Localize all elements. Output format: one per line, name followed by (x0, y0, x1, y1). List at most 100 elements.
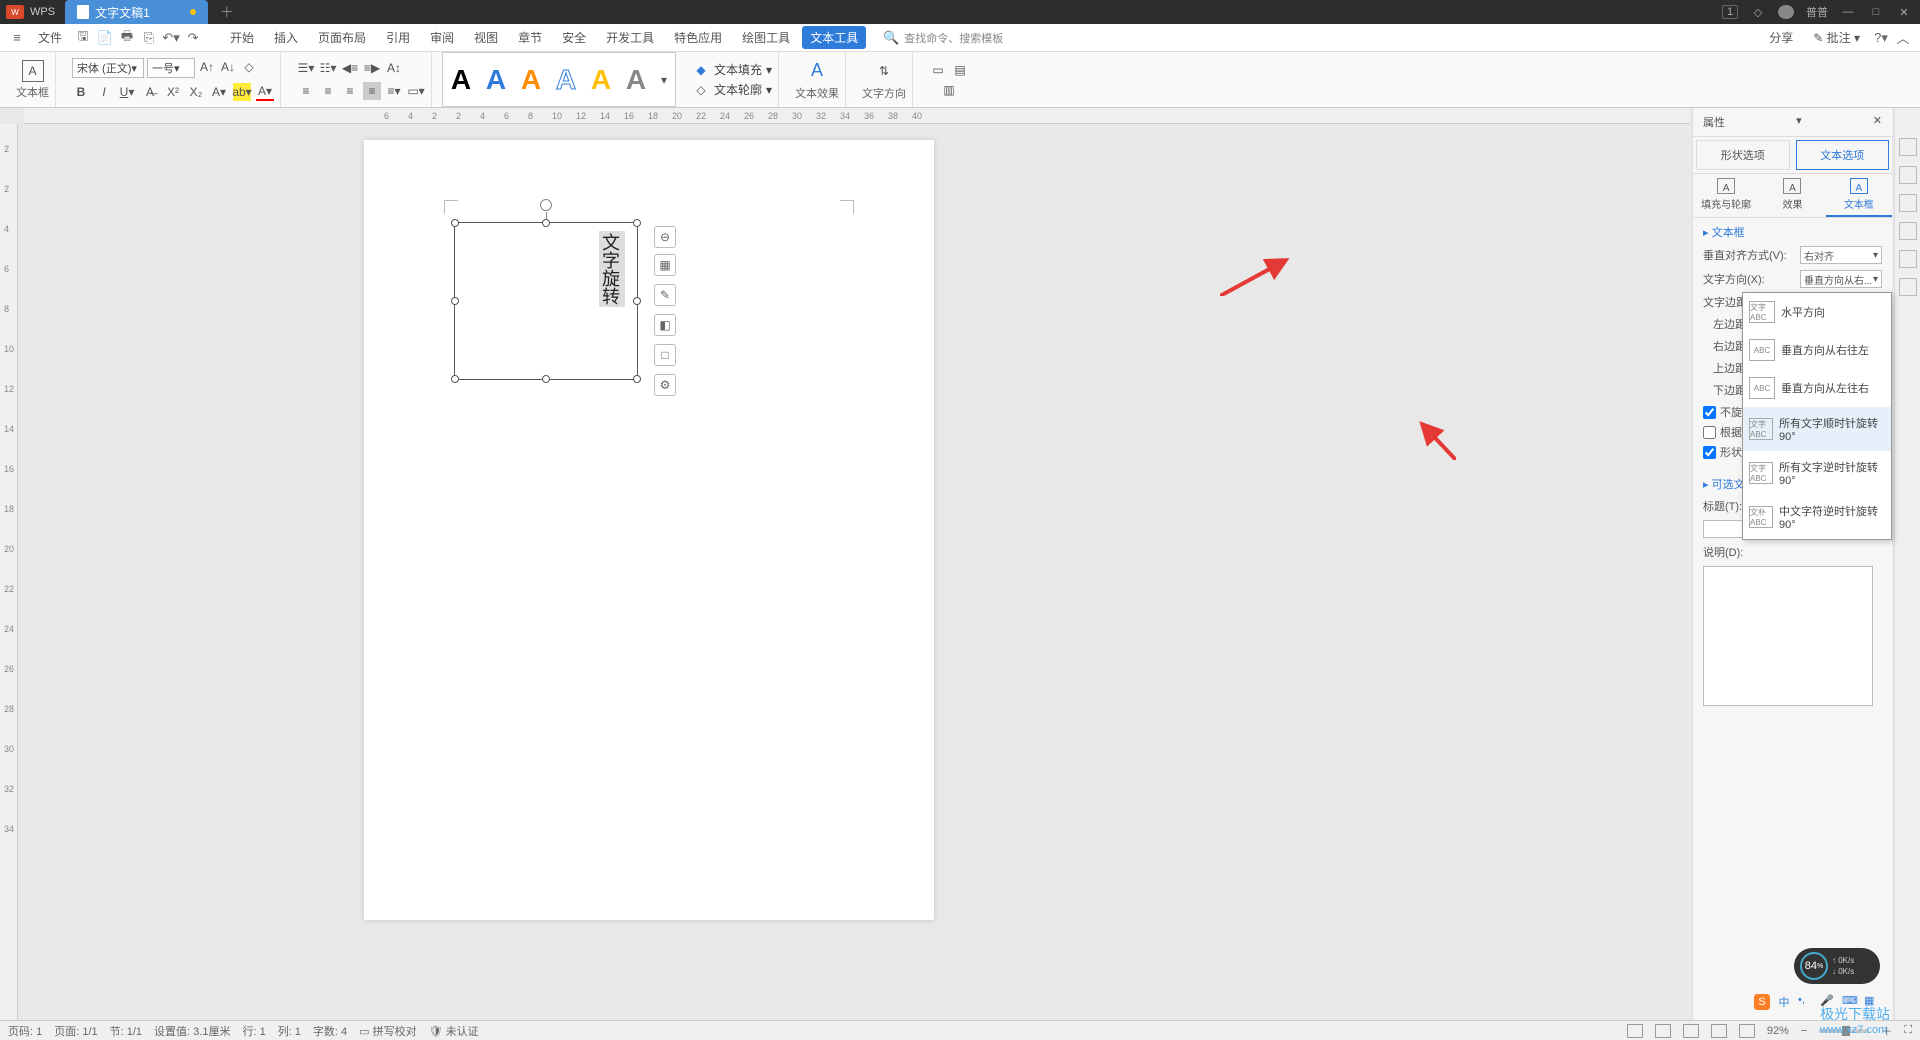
float-more-icon[interactable]: ⚙ (654, 374, 676, 396)
menu-devtools[interactable]: 开发工具 (598, 26, 662, 49)
annotate-button[interactable]: ✎ 批注 ▾ (1805, 26, 1868, 49)
wordart-style-3[interactable]: A (515, 57, 547, 103)
float-style-icon[interactable]: ◧ (654, 314, 676, 336)
side-tool-5[interactable] (1899, 250, 1917, 268)
save-icon[interactable]: 🖫 (74, 29, 92, 47)
align-center-icon[interactable]: ≡ (319, 82, 337, 100)
underline-icon[interactable]: U▾ (118, 83, 136, 101)
wordart-style-2[interactable]: A (480, 57, 512, 103)
strike-icon[interactable]: A̶ (141, 83, 159, 101)
valign-select[interactable]: 右对齐▾ (1800, 246, 1882, 264)
view-mode-3-icon[interactable] (1683, 1024, 1699, 1038)
textbox-text[interactable]: 文字旋转 (599, 231, 625, 307)
side-tool-pointer-icon[interactable] (1899, 166, 1917, 184)
menu-reference[interactable]: 引用 (378, 26, 418, 49)
rotate-handle[interactable] (540, 199, 552, 211)
hamburger-icon[interactable]: ≡ (8, 29, 26, 47)
chk-inshape[interactable] (1703, 446, 1716, 459)
direction-option[interactable]: ABC垂直方向从右往左 (1743, 331, 1891, 369)
help-icon[interactable]: ?▾ (1872, 29, 1890, 47)
text-direction-label[interactable]: 文字方向 (862, 85, 906, 101)
wordart-style-5[interactable]: A (585, 57, 617, 103)
subscript-icon[interactable]: X₂ (187, 83, 205, 101)
text-outline-label[interactable]: 文本轮廓 (714, 81, 762, 98)
textbox-label[interactable]: 文本框 (16, 84, 49, 100)
view-mode-1-icon[interactable] (1627, 1024, 1643, 1038)
extra-icon-1[interactable]: ▭ (929, 61, 947, 79)
close-button[interactable]: ✕ (1896, 5, 1912, 19)
menu-security[interactable]: 安全 (554, 26, 594, 49)
font-size-select[interactable]: 一号▾ (147, 58, 195, 78)
indent-icon[interactable]: ≡▶ (363, 59, 381, 77)
alt-desc-input[interactable] (1703, 566, 1873, 706)
ime-lang-icon[interactable]: 中 (1776, 994, 1792, 1010)
chk-autofit[interactable] (1703, 426, 1716, 439)
direction-option[interactable]: ABC垂直方向从左往右 (1743, 369, 1891, 407)
maximize-button[interactable]: □ (1868, 5, 1884, 19)
side-tool-1[interactable] (1899, 138, 1917, 156)
side-tool-3[interactable] (1899, 194, 1917, 212)
undo-icon[interactable]: ↶▾ (162, 29, 180, 47)
menu-section[interactable]: 章节 (510, 26, 550, 49)
minimize-button[interactable]: — (1840, 5, 1856, 19)
export-icon[interactable]: ⎘ (140, 29, 158, 47)
fullscreen-icon[interactable]: ⛶ (1904, 1024, 1912, 1037)
view-mode-4-icon[interactable] (1711, 1024, 1727, 1038)
menu-draw-tools[interactable]: 绘图工具 (734, 26, 798, 49)
char-shading-icon[interactable]: A▾ (210, 83, 228, 101)
wordart-style-6[interactable]: A (620, 57, 652, 103)
ime-sogou-icon[interactable]: S (1754, 994, 1770, 1010)
tray-icon-1[interactable]: ◇ (1750, 5, 1766, 19)
italic-icon[interactable]: I (95, 83, 113, 101)
align-right-icon[interactable]: ≡ (341, 82, 359, 100)
direction-option[interactable]: 文朴 ABC中文字符逆时针旋转90° (1743, 495, 1891, 539)
resize-handle-s[interactable] (542, 375, 550, 383)
side-tool-grid-icon[interactable] (1899, 278, 1917, 296)
new-tab-button[interactable]: ＋ (220, 2, 234, 22)
status-pages[interactable]: 页面: 1/1 (54, 1023, 97, 1039)
zoom-value[interactable]: 92% (1767, 1025, 1789, 1037)
status-section[interactable]: 节: 1/1 (110, 1023, 142, 1039)
resize-handle-se[interactable] (633, 375, 641, 383)
document-page[interactable]: 文字旋转 ⊖ ▦ ✎ ◧ □ ⚙ (364, 140, 934, 920)
wordart-more-icon[interactable]: ▾ (655, 71, 673, 89)
shrink-font-icon[interactable]: A↓ (219, 58, 237, 76)
menu-text-tools[interactable]: 文本工具 (802, 26, 866, 49)
collapse-ribbon-icon[interactable]: ︿ (1894, 29, 1912, 47)
subtab-textbox[interactable]: A文本框 (1826, 174, 1892, 217)
ime-comma-icon[interactable]: •, (1798, 994, 1814, 1010)
status-page-num[interactable]: 页码: 1 (8, 1023, 42, 1039)
font-name-select[interactable]: 宋体 (正文)▾ (72, 58, 144, 78)
menu-special[interactable]: 特色应用 (666, 26, 730, 49)
user-name[interactable]: 普普 (1806, 5, 1828, 19)
resize-handle-e[interactable] (633, 297, 641, 305)
extra-icon-3[interactable]: ▥ (940, 81, 958, 99)
textbox-icon[interactable]: A (22, 60, 44, 82)
view-mode-5-icon[interactable] (1739, 1024, 1755, 1038)
align-justify-icon[interactable]: ≡ (363, 82, 381, 100)
user-avatar-icon[interactable] (1778, 5, 1794, 19)
tab-text-options[interactable]: 文本选项 (1796, 140, 1890, 170)
align-left-icon[interactable]: ≡ (297, 82, 315, 100)
vertical-ruler[interactable]: 2246810121416182022242628303234 (0, 124, 18, 1020)
wordart-style-4[interactable]: A (550, 57, 582, 103)
line-spacing-icon[interactable]: ≡▾ (385, 82, 403, 100)
resize-handle-sw[interactable] (451, 375, 459, 383)
sort-icon[interactable]: A↕ (385, 59, 403, 77)
resize-handle-w[interactable] (451, 297, 459, 305)
resize-handle-ne[interactable] (633, 219, 641, 227)
bullets-icon[interactable]: ☰▾ (297, 59, 315, 77)
direction-select[interactable]: 垂直方向从右...▾ (1800, 270, 1882, 288)
text-direction-icon[interactable]: ⇅ (872, 59, 896, 83)
text-effect-icon[interactable]: A (805, 59, 829, 83)
menu-start[interactable]: 开始 (222, 26, 262, 49)
resize-handle-n[interactable] (542, 219, 550, 227)
side-tool-4[interactable] (1899, 222, 1917, 240)
grow-font-icon[interactable]: A↑ (198, 58, 216, 76)
bold-icon[interactable]: B (72, 83, 90, 101)
shading-icon[interactable]: ▭▾ (407, 82, 425, 100)
status-spellcheck[interactable]: ▭ 拼写校对 (359, 1023, 416, 1039)
section-textbox-title[interactable]: ▸ 文本框 (1703, 224, 1882, 240)
subtab-effect[interactable]: A效果 (1759, 174, 1825, 217)
wordart-style-1[interactable]: A (445, 57, 477, 103)
